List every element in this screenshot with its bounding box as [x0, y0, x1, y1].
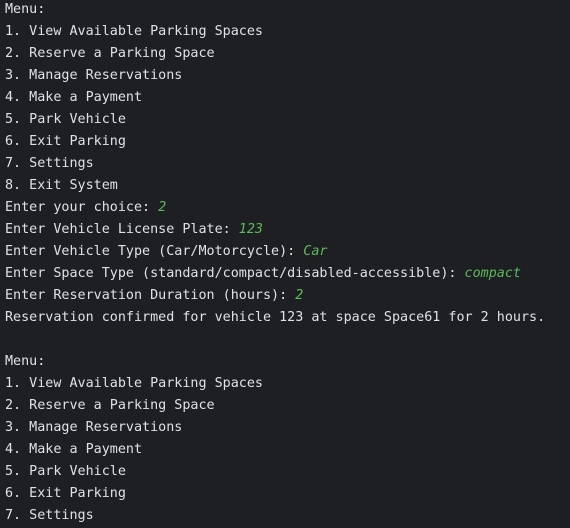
prompt-label: Enter your choice:: [5, 200, 159, 215]
prompt-label: Enter Reservation Duration (hours):: [5, 288, 296, 303]
menu-title: Menu:: [5, 354, 46, 369]
menu-title: Menu:: [5, 2, 46, 17]
user-input: compact: [464, 266, 521, 281]
user-input: 2: [158, 200, 167, 215]
menu-item: 4. Make a Payment: [5, 442, 143, 457]
menu-item: 5. Park Vehicle: [5, 464, 126, 479]
confirmation-message: Reservation confirmed for vehicle 123 at…: [5, 310, 546, 325]
prompt-line: Enter Reservation Duration (hours): 2: [5, 285, 570, 307]
user-input: Car: [303, 244, 328, 259]
prompt-line: Enter Vehicle License Plate: 123: [5, 219, 570, 241]
menu-item: 2. Reserve a Parking Space: [5, 398, 215, 413]
menu-item: 6. Exit Parking: [5, 486, 126, 501]
user-input: 2: [295, 288, 304, 303]
menu-item: 4. Make a Payment: [5, 90, 143, 105]
menu-item: 5. Park Vehicle: [5, 112, 126, 127]
menu-item: 1. View Available Parking Spaces: [5, 376, 263, 391]
menu-item: 8. Exit System: [5, 178, 118, 193]
menu-item: 2. Reserve a Parking Space: [5, 46, 215, 61]
menu-item: 3. Manage Reservations: [5, 68, 183, 83]
menu-item: 7. Settings: [5, 156, 94, 171]
prompt-line: Enter your choice: 2: [5, 197, 570, 219]
prompt-label: Enter Space Type (standard/compact/disab…: [5, 266, 465, 281]
menu-item: 3. Manage Reservations: [5, 420, 183, 435]
menu-item: 6. Exit Parking: [5, 134, 126, 149]
prompt-label: Enter Vehicle Type (Car/Motorcycle):: [5, 244, 304, 259]
menu-item: 1. View Available Parking Spaces: [5, 24, 263, 39]
prompt-line: Enter Vehicle Type (Car/Motorcycle): Car: [5, 241, 570, 263]
console-output[interactable]: Menu: 1. View Available Parking Spaces 2…: [0, 0, 570, 528]
prompt-line: Enter Space Type (standard/compact/disab…: [5, 263, 570, 285]
prompt-label: Enter Vehicle License Plate:: [5, 222, 239, 237]
menu-item: 7. Settings: [5, 508, 94, 523]
user-input: 123: [238, 222, 263, 237]
